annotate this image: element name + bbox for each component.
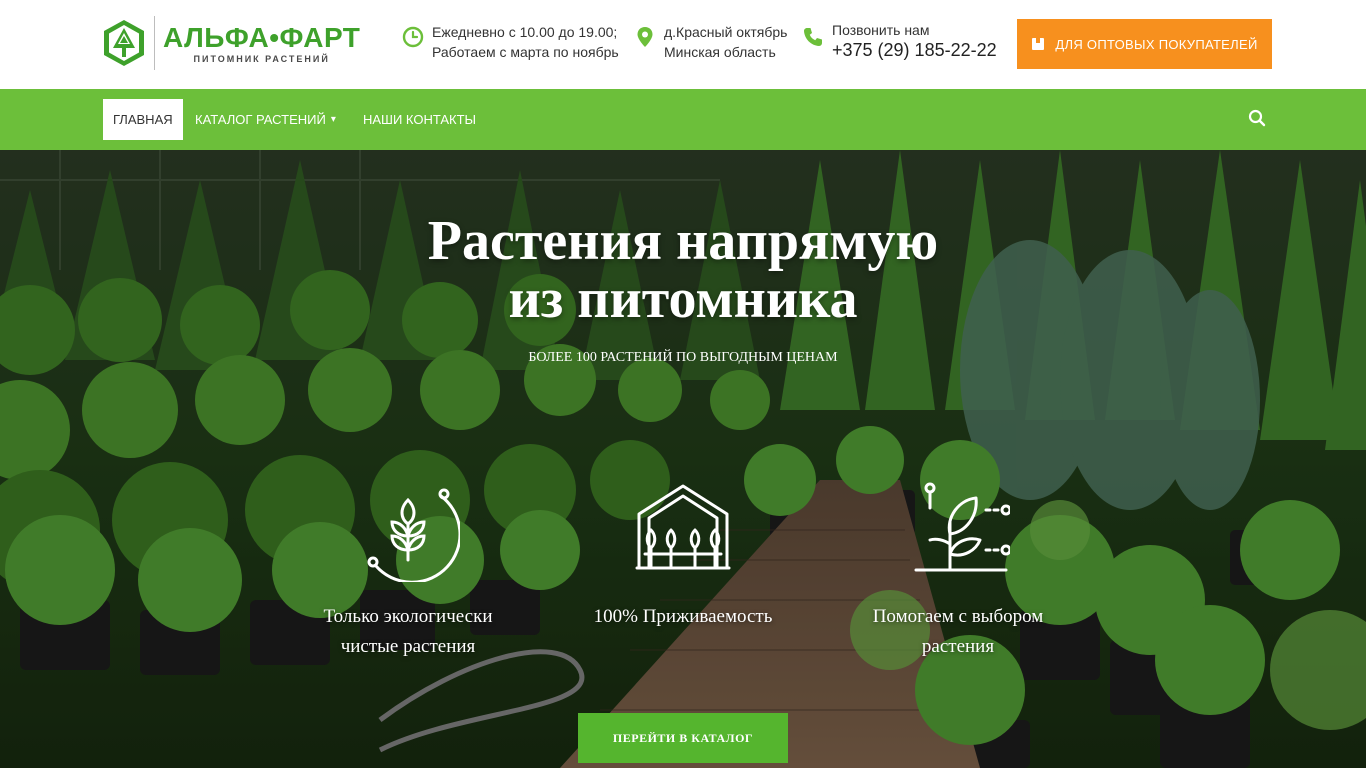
feature-help: Помогаем с выбором растения (838, 478, 1078, 662)
wholesale-label: ДЛЯ ОПТОВЫХ ПОКУПАТЕЛЕЙ (1055, 36, 1258, 52)
go-to-catalog-button[interactable]: ПЕРЕЙТИ В КАТАЛОГ (578, 713, 788, 763)
working-hours: Ежедневно с 10.00 до 19.00; Работаем с м… (402, 22, 619, 62)
hours-line2: Работаем с марта по ноябрь (432, 44, 619, 60)
address-line1: д.Красный октябрь (664, 24, 788, 40)
phone-block[interactable]: Позвонить нам +375 (29) 185-22-22 (802, 22, 997, 62)
greenhouse-icon (635, 484, 731, 570)
clock-icon (402, 26, 424, 48)
feature-eco-line1: Только экологически (323, 606, 493, 627)
hero-title-line2: из питомника (508, 268, 858, 330)
wheat-icon (367, 488, 460, 582)
search-icon[interactable] (1247, 108, 1267, 128)
nav-item-contacts-label: НАШИ КОНТАКТЫ (363, 112, 477, 127)
feature-survival-line1: 100% Приживаемость (593, 606, 773, 627)
hero-title-line1: Растения напрямую (427, 210, 939, 272)
chevron-down-icon: ▾ (330, 114, 336, 125)
feature-eco-line2: чистые растения (340, 636, 476, 657)
phone-icon (804, 28, 822, 46)
sprout-icon (914, 482, 1010, 572)
logo-tree-icon (104, 20, 144, 66)
phone-number[interactable]: +375 (29) 185-22-22 (832, 38, 997, 62)
hero-section: Растения напрямую из питомника БОЛЕЕ 100… (0, 150, 1366, 768)
feature-eco: Только экологически чистые растения (288, 478, 528, 662)
logo-divider (154, 16, 155, 70)
logo-title: АЛЬФА•ФАРТ (163, 21, 361, 53)
nav-item-home-label: ГЛАВНАЯ (113, 112, 173, 127)
feature-help-line1: Помогаем с выбором (872, 606, 1044, 627)
hero-title: Растения напрямую из питомника (0, 212, 1366, 328)
logo[interactable]: АЛЬФА•ФАРТ ПИТОМНИК РАСТЕНИЙ (102, 16, 360, 70)
hours-line1: Ежедневно с 10.00 до 19.00; (432, 24, 618, 40)
hero-subtitle: БОЛЕЕ 100 РАСТЕНИЙ ПО ВЫГОДНЫМ ЦЕНАМ (528, 350, 838, 365)
box-icon (1032, 38, 1045, 50)
location-pin-icon (637, 27, 653, 47)
address-line2: Минская область (664, 44, 776, 60)
phone-label: Позвонить нам (832, 22, 930, 38)
nav-item-contacts[interactable]: НАШИ КОНТАКТЫ (363, 99, 476, 140)
nav-item-home[interactable]: ГЛАВНАЯ (103, 99, 183, 140)
logo-subtitle: ПИТОМНИК РАСТЕНИЙ (193, 53, 330, 64)
wholesale-button[interactable]: ДЛЯ ОПТОВЫХ ПОКУПАТЕЛЕЙ (1017, 19, 1272, 69)
nav-item-catalog-label: КАТАЛОГ РАСТЕНИЙ (195, 112, 326, 127)
feature-survival: 100% Приживаемость (563, 478, 803, 632)
address: д.Красный октябрь Минская область (634, 22, 787, 62)
feature-help-line2: растения (921, 636, 995, 657)
main-nav: ГЛАВНАЯ КАТАЛОГ РАСТЕНИЙ ▾ НАШИ КОНТАКТЫ (0, 89, 1366, 150)
site-header: АЛЬФА•ФАРТ ПИТОМНИК РАСТЕНИЙ Ежедневно с… (0, 0, 1366, 89)
logo-text: АЛЬФА•ФАРТ ПИТОМНИК РАСТЕНИЙ (163, 21, 361, 64)
nav-item-catalog[interactable]: КАТАЛОГ РАСТЕНИЙ ▾ (195, 99, 336, 140)
